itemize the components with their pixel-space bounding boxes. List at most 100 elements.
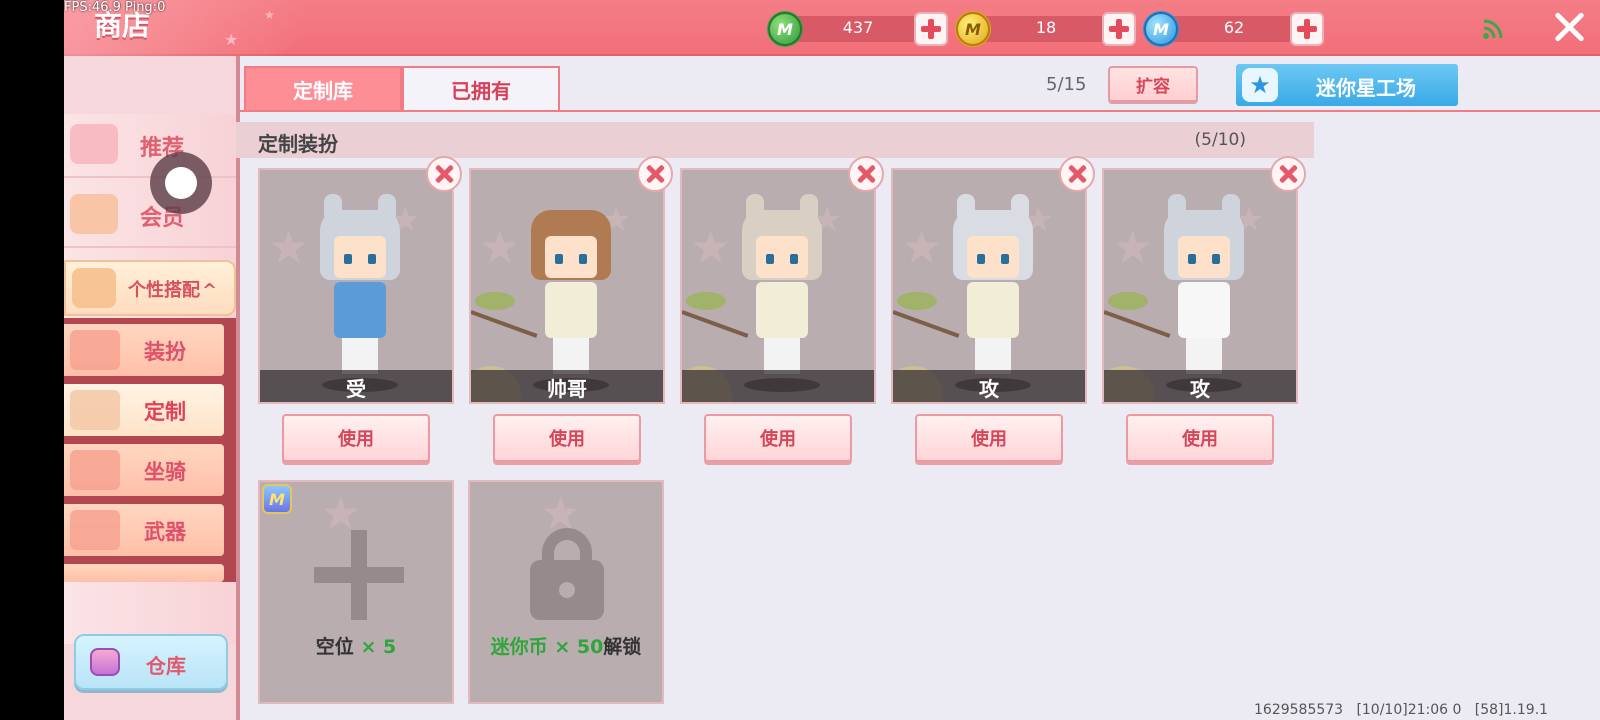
character-eye: [344, 254, 352, 264]
star-decoration-icon: ★: [479, 220, 521, 274]
currency-value: 18: [1035, 18, 1057, 37]
outfit-name: 帅哥: [471, 370, 663, 402]
sidebar-item-custom[interactable]: 定制: [64, 384, 224, 436]
character-eye: [579, 254, 587, 264]
star-decoration-icon: ★: [901, 220, 943, 274]
star-decoration-icon: ★: [690, 220, 732, 274]
character-body: [756, 282, 808, 338]
outfit-card[interactable]: ★ ★: [680, 168, 876, 404]
outfit-card[interactable]: ★ ★ 攻: [1102, 168, 1298, 404]
tab-owned[interactable]: 已拥有: [402, 66, 560, 112]
character-body: [545, 282, 597, 338]
sidebar-item-label: 装扮: [144, 340, 186, 364]
character-preview: [320, 190, 400, 392]
character-eye: [977, 254, 985, 264]
unlock-label: 迷你币 × 50解锁: [490, 636, 642, 658]
character-eye: [766, 254, 774, 264]
gold-coin-icon: M: [956, 12, 990, 46]
build-info: 1629585573 [10/10]21:06 0 [58]1.19.1: [1254, 702, 1549, 718]
saddle-icon: [70, 450, 120, 490]
divider: [64, 246, 236, 248]
character-face: [967, 236, 1019, 278]
mini-star-workshop-button[interactable]: ★ 迷你星工场: [1236, 64, 1458, 106]
character-eye: [368, 254, 376, 264]
outfit-card[interactable]: ★ ★ 帅哥: [469, 168, 665, 404]
capacity-counter: 5/15: [1046, 74, 1087, 95]
close-icon[interactable]: [1552, 10, 1586, 44]
workshop-label: 迷你星工场: [1316, 76, 1416, 100]
use-outfit-button[interactable]: 使用: [915, 414, 1063, 462]
use-outfit-button[interactable]: 使用: [493, 414, 641, 462]
branch-decoration: [471, 310, 538, 338]
locked-slot-card[interactable]: ★ 迷你币 × 50解锁: [468, 480, 664, 704]
use-outfit-button[interactable]: 使用: [704, 414, 852, 462]
character-face: [756, 236, 808, 278]
branch-decoration: [682, 310, 749, 338]
plus-icon: [1297, 19, 1317, 39]
character-preview: [953, 190, 1033, 392]
use-outfit-button[interactable]: 使用: [282, 414, 430, 462]
outfit-card[interactable]: ★ ★ 攻: [891, 168, 1087, 404]
character-body: [967, 282, 1019, 338]
sidebar-item-label: 武器: [144, 520, 186, 544]
star-decoration-icon: ★: [224, 30, 239, 49]
sidebar-item-recommend[interactable]: 推荐: [64, 110, 236, 176]
sidebar: 推荐 会员 个性搭配 ^ 装扮 定制 坐骑 武器 仓库: [64, 56, 236, 720]
section-title: 定制装扮: [258, 132, 338, 156]
add-gold-coin-button[interactable]: [1102, 12, 1136, 46]
signal-icon: [1483, 19, 1503, 39]
trophy-icon: [72, 268, 116, 308]
vip-card-icon: [70, 194, 118, 234]
outfit-name: [682, 370, 874, 402]
shirt-icon: [70, 330, 120, 370]
mini-coin-icon: M: [1144, 12, 1178, 46]
sidebar-group-style[interactable]: 个性搭配 ^: [64, 260, 236, 316]
delete-outfit-button[interactable]: [426, 156, 462, 192]
character-legs: [1186, 338, 1222, 374]
sidebar-item-more[interactable]: [64, 564, 224, 582]
sidebar-item-outfit[interactable]: 装扮: [64, 324, 224, 376]
empty-slot-card[interactable]: M ★ 空位 × 5: [258, 480, 454, 704]
character-preview: [531, 190, 611, 392]
thumbs-up-icon: [70, 124, 118, 164]
leaf-decoration: [897, 292, 937, 310]
character-legs: [764, 338, 800, 374]
outfit-card[interactable]: ★ ★ 受: [258, 168, 454, 404]
star-icon: ★: [1242, 68, 1278, 102]
virtual-joystick[interactable]: [150, 152, 212, 214]
warehouse-button[interactable]: 仓库: [74, 634, 228, 690]
section-count: (5/10): [1194, 130, 1246, 150]
tab-custom-library[interactable]: 定制库: [244, 66, 402, 112]
plus-icon: [921, 19, 941, 39]
currency-mini-coin: M 62: [1144, 12, 1330, 46]
tab-underline: [240, 110, 1600, 112]
add-slot-icon: [314, 530, 404, 620]
use-outfit-button[interactable]: 使用: [1126, 414, 1274, 462]
character-eye: [1188, 254, 1196, 264]
character-eye: [1212, 254, 1220, 264]
delete-outfit-button[interactable]: [1059, 156, 1095, 192]
expand-button[interactable]: 扩容: [1108, 66, 1198, 102]
outfit-name: 攻: [893, 370, 1085, 402]
sidebar-subnav: 装扮 定制 坐骑 武器: [64, 318, 236, 582]
star-decoration-icon: ★: [1112, 220, 1154, 274]
plus-icon: [1109, 19, 1129, 39]
brush-icon: [70, 390, 120, 430]
delete-outfit-button[interactable]: [1270, 156, 1306, 192]
shop-app: ★ ★ 商店 M 437 M 18 M 62 推荐 会员 个性搭配 ^ 装扮 定…: [64, 0, 1600, 720]
delete-outfit-button[interactable]: [848, 156, 884, 192]
leaf-decoration: [475, 292, 515, 310]
chest-icon: [90, 648, 120, 676]
character-eye: [555, 254, 563, 264]
screen: ★ ★ 商店 M 437 M 18 M 62 推荐 会员 个性搭配 ^ 装扮 定…: [0, 0, 1600, 720]
add-mini-coin-button[interactable]: [1290, 12, 1324, 46]
character-face: [545, 236, 597, 278]
currency-gold-coin: M 18: [956, 12, 1142, 46]
add-green-gem-button[interactable]: [914, 12, 948, 46]
sidebar-item-mount[interactable]: 坐骑: [64, 444, 224, 496]
sidebar-item-weapon[interactable]: 武器: [64, 504, 224, 556]
sidebar-item-label: 坐骑: [144, 460, 186, 484]
character-eye: [1001, 254, 1009, 264]
star-decoration-icon: ★: [264, 8, 275, 22]
delete-outfit-button[interactable]: [637, 156, 673, 192]
